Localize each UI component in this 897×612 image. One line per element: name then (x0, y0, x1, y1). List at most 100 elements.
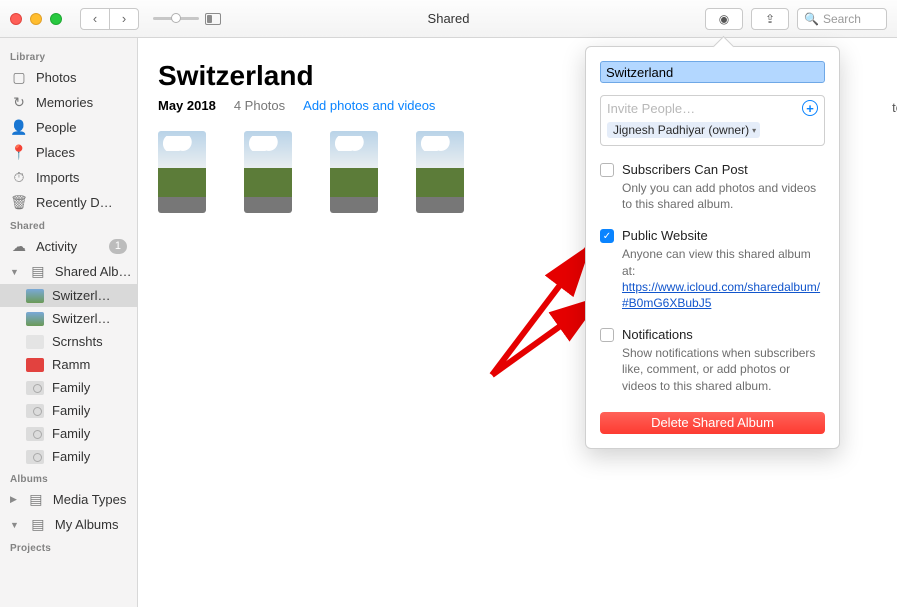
sidebar: Library ▢Photos ↻ Memories 👤People 📍Place… (0, 38, 138, 607)
section-header-shared: Shared (0, 215, 137, 234)
sidebar-item-people[interactable]: 👤People (0, 115, 137, 140)
zoom-slider[interactable] (153, 17, 199, 20)
sidebar-item-album[interactable]: Family (0, 445, 137, 468)
sidebar-item-photos[interactable]: ▢Photos (0, 65, 137, 90)
clock-icon: ⏱ (10, 169, 28, 186)
photo-thumbnail[interactable] (416, 131, 464, 213)
grid-icon (205, 13, 221, 25)
album-name-input[interactable] (600, 61, 825, 83)
sidebar-item-label: People (36, 120, 76, 135)
sidebar-item-album[interactable]: Family (0, 422, 137, 445)
photo-count: 4 Photos (234, 98, 285, 113)
back-button[interactable]: ‹ (80, 8, 110, 30)
sidebar-item-label: Switzerl… (52, 288, 111, 303)
share-icon: ⇪ (765, 12, 775, 26)
section-header-library: Library (0, 46, 137, 65)
disclosure-icon: ▶ (10, 494, 17, 505)
album-thumb-icon (26, 358, 44, 372)
sidebar-item-my-albums[interactable]: ▼▤My Albums (0, 512, 137, 537)
sidebar-item-label: Switzerl… (52, 311, 111, 326)
option-label: Public Website (622, 228, 708, 243)
public-desc-prefix: Anyone can view this shared album at: (622, 247, 811, 277)
album-thumb-icon (26, 312, 44, 326)
search-input[interactable]: 🔍 Search (797, 8, 887, 30)
search-placeholder: Search (823, 12, 861, 26)
close-window-button[interactable] (10, 13, 22, 25)
sidebar-item-places[interactable]: 📍Places (0, 140, 137, 165)
sidebar-item-label: Family (52, 426, 90, 441)
public-website-link[interactable]: https://www.icloud.com/sharedalbum/#B0mG… (622, 280, 820, 310)
sidebar-item-album[interactable]: Family (0, 376, 137, 399)
subscribers-checkbox[interactable] (600, 163, 614, 177)
minimize-window-button[interactable] (30, 13, 42, 25)
sidebar-item-recently-deleted[interactable]: 🗑Recently D… (0, 190, 137, 215)
stack-icon: ▤ (29, 263, 47, 280)
album-date: May 2018 (158, 98, 216, 113)
add-photos-link[interactable]: Add photos and videos (303, 98, 435, 113)
window-title: Shared (428, 11, 470, 26)
trash-icon: 🗑 (10, 194, 28, 211)
sidebar-item-label: Activity (36, 239, 77, 254)
sidebar-item-media-types[interactable]: ▶ ▤ Media Types (0, 487, 137, 512)
folder-icon: ▤ (27, 491, 45, 508)
nav-back-forward: ‹ › (80, 8, 139, 30)
delete-shared-album-button[interactable]: Delete Shared Album (600, 412, 825, 434)
activity-badge: 1 (109, 239, 127, 254)
person-circle-icon: ◉ (719, 12, 729, 26)
option-label: Subscribers Can Post (622, 162, 748, 177)
sidebar-item-label: Imports (36, 170, 79, 185)
sidebar-item-label: Shared Alb… (55, 264, 132, 279)
sidebar-item-label: Places (36, 145, 75, 160)
thumbnail-zoom[interactable] (153, 13, 221, 25)
sidebar-item-memories[interactable]: ↻ Memories (0, 90, 137, 115)
option-notifications: Notifications Show notifications when su… (600, 327, 825, 394)
people-button[interactable]: ◉ (705, 8, 743, 30)
album-thumb-icon (26, 427, 44, 441)
sidebar-item-album[interactable]: Switzerl… (0, 307, 137, 330)
sidebar-item-label: Family (52, 403, 90, 418)
sidebar-item-label: Family (52, 449, 90, 464)
sidebar-item-imports[interactable]: ⏱ Imports (0, 165, 137, 190)
album-thumb-icon (26, 335, 44, 349)
sidebar-item-label: Memories (36, 95, 93, 110)
option-description: Only you can add photos and videos to th… (622, 180, 825, 212)
folder-icon: ▤ (29, 516, 47, 533)
sidebar-item-shared-albums-root[interactable]: ▼▤Shared Alb… (0, 259, 137, 284)
sidebar-item-label: Media Types (53, 492, 126, 507)
share-button[interactable]: ⇪ (751, 8, 789, 30)
sidebar-item-album[interactable]: Switzerl… (0, 284, 137, 307)
sidebar-item-activity[interactable]: ☁ Activity 1 (0, 234, 137, 259)
album-thumb-icon (26, 381, 44, 395)
photo-thumbnail[interactable] (244, 131, 292, 213)
memories-icon: ↻ (10, 94, 28, 111)
sidebar-item-album[interactable]: Family (0, 399, 137, 422)
sort-dropdown[interactable]: tos (892, 100, 897, 115)
sidebar-item-label: Photos (36, 70, 76, 85)
forward-button[interactable]: › (109, 8, 139, 30)
option-label: Notifications (622, 327, 693, 342)
search-icon: 🔍 (804, 12, 819, 26)
sidebar-item-label: Family (52, 380, 90, 395)
sidebar-item-album[interactable]: Ramm (0, 353, 137, 376)
photo-thumbnail[interactable] (330, 131, 378, 213)
album-thumb-icon (26, 404, 44, 418)
sidebar-item-label: Ramm (52, 357, 90, 372)
add-person-icon[interactable]: + (802, 100, 818, 116)
sidebar-item-album[interactable]: Scrnshts (0, 330, 137, 353)
photo-thumbnail[interactable] (158, 131, 206, 213)
section-header-albums: Albums (0, 468, 137, 487)
notifications-checkbox[interactable] (600, 328, 614, 342)
owner-chip[interactable]: Jignesh Padhiyar (owner) (607, 122, 760, 138)
album-settings-popover: Invite People… + Jignesh Padhiyar (owner… (585, 46, 840, 449)
public-website-checkbox[interactable] (600, 229, 614, 243)
option-description: Anyone can view this shared album at: ht… (622, 246, 825, 311)
invite-placeholder: Invite People… (607, 101, 802, 116)
option-description: Show notifications when subscribers like… (622, 345, 825, 394)
window-controls (10, 13, 62, 25)
section-header-projects: Projects (0, 537, 137, 556)
zoom-window-button[interactable] (50, 13, 62, 25)
titlebar: ‹ › Shared ◉ ⇪ 🔍 Search (0, 0, 897, 38)
invite-people-field[interactable]: Invite People… + Jignesh Padhiyar (owner… (600, 95, 825, 146)
cloud-icon: ☁ (10, 238, 28, 255)
album-thumb-icon (26, 450, 44, 464)
